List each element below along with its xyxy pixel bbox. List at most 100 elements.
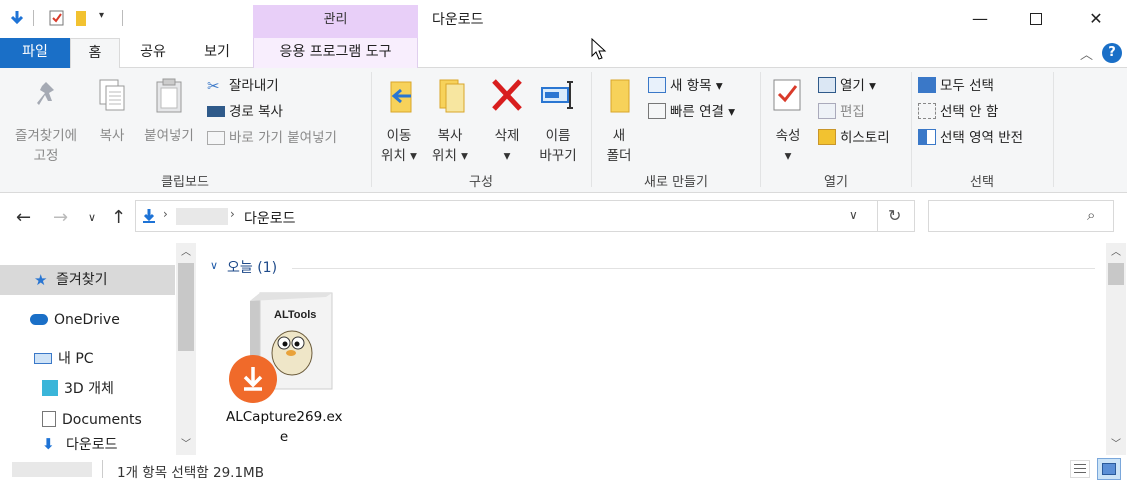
content-scrollbar[interactable]: ︿ ﹀ bbox=[1106, 243, 1126, 455]
rename-button[interactable]: 이름 바꾸기 bbox=[533, 76, 583, 166]
up-arrow-icon[interactable]: ↑ bbox=[111, 207, 126, 228]
nav-item-downloads[interactable]: ⬇ 다운로드 bbox=[0, 433, 175, 455]
tab-file[interactable]: 파일 bbox=[0, 38, 70, 68]
nav-item-this-pc[interactable]: 내 PC bbox=[0, 344, 175, 374]
paste-shortcut-button[interactable]: 바로 가기 붙여넣기 bbox=[207, 126, 337, 150]
tab-home[interactable]: 홈 bbox=[70, 38, 120, 69]
paste-button[interactable]: 붙여넣기 bbox=[138, 76, 200, 146]
properties-button[interactable]: 속성 ▾ bbox=[766, 76, 810, 166]
search-input[interactable]: ⌕ bbox=[928, 200, 1114, 232]
move-to-label-1: 이동 bbox=[386, 128, 412, 144]
edit-button[interactable]: 편집 bbox=[818, 100, 865, 124]
refresh-icon[interactable]: ↻ bbox=[888, 206, 901, 225]
status-bar: 1개 항목 선택함 29.1MB bbox=[0, 455, 1127, 485]
group-label-new: 새로 만들기 bbox=[644, 175, 708, 190]
forward-arrow-icon[interactable]: → bbox=[53, 207, 68, 228]
file-list-area: ∨ 오늘 (1) ALTools ALCapture269.ex e bbox=[196, 243, 1107, 455]
navigation-pane: ★ 즐겨찾기 OneDrive 내 PC 3D 개체 Documents ⬇ 다운로… bbox=[0, 243, 196, 455]
pin-quick-access-button[interactable]: 즐겨찾기에 고정 bbox=[6, 76, 86, 166]
cut-button[interactable]: ✂ 잘라내기 bbox=[207, 74, 279, 98]
scroll-up-icon[interactable]: ︿ bbox=[176, 243, 196, 263]
group-separator bbox=[591, 72, 592, 187]
easy-access-button[interactable]: 빠른 연결 ▾ bbox=[648, 100, 735, 124]
new-folder-button[interactable]: 새 폴더 bbox=[597, 76, 641, 166]
customize-toolbar-dropdown[interactable]: ▾ bbox=[99, 10, 104, 21]
open-button[interactable]: 열기 ▾ bbox=[818, 74, 876, 98]
nav-item-3d-objects[interactable]: 3D 개체 bbox=[0, 374, 175, 404]
minimize-button[interactable]: — bbox=[957, 0, 1003, 38]
breadcrumb-chevron-icon[interactable]: › bbox=[230, 207, 235, 221]
tab-app-tools[interactable]: 응용 프로그램 도구 bbox=[253, 38, 418, 68]
nav-item-documents[interactable]: Documents bbox=[0, 405, 175, 435]
pin-icon bbox=[37, 82, 54, 105]
delete-button[interactable]: 삭제 ▾ bbox=[484, 76, 530, 166]
group-collapse-chevron-icon[interactable]: ∨ bbox=[210, 259, 218, 272]
folder-icon[interactable] bbox=[73, 9, 91, 27]
recent-locations-chevron-icon[interactable]: ∨ bbox=[88, 211, 96, 224]
nav-scrollbar[interactable]: ︿ ﹀ bbox=[176, 243, 196, 455]
copy-button[interactable]: 복사 bbox=[90, 76, 134, 146]
group-separator bbox=[911, 72, 912, 187]
scroll-down-icon[interactable]: ﹀ bbox=[176, 435, 196, 455]
history-button[interactable]: 히스토리 bbox=[818, 126, 890, 150]
tab-view[interactable]: 보기 bbox=[186, 38, 248, 68]
new-item-button[interactable]: 새 항목 ▾ bbox=[648, 74, 723, 98]
mouse-cursor-icon bbox=[591, 38, 607, 60]
large-icons-view-icon[interactable] bbox=[1097, 458, 1121, 480]
computer-icon bbox=[34, 353, 52, 364]
nav-scroll-thumb[interactable] bbox=[178, 263, 194, 351]
box-brand-label: ALTools bbox=[274, 309, 317, 321]
delete-label: 삭제 bbox=[494, 128, 520, 144]
title-bar: ▾ 관리 다운로드 — ✕ bbox=[0, 0, 1127, 38]
details-view-icon[interactable] bbox=[1070, 460, 1090, 478]
address-history-chevron-icon[interactable]: ∨ bbox=[849, 208, 858, 222]
invert-selection-icon bbox=[918, 129, 936, 145]
copy-to-button[interactable]: 복사 위치 ▾ bbox=[426, 76, 474, 166]
maximize-button[interactable] bbox=[1013, 0, 1059, 38]
group-label-clipboard: 클립보드 bbox=[161, 175, 209, 190]
move-to-label-2: 위치 ▾ bbox=[381, 148, 417, 164]
select-none-button[interactable]: 선택 안 함 bbox=[918, 100, 998, 124]
move-folder-icon bbox=[390, 81, 412, 113]
address-row: ← → ∨ ↑ › › 다운로드 ∨ ↻ ⌕ bbox=[0, 193, 1127, 243]
breadcrumb-chevron-icon[interactable]: › bbox=[163, 207, 168, 221]
copy-path-button[interactable]: 경로 복사 bbox=[207, 100, 283, 124]
rename-label-1: 이름 bbox=[545, 128, 571, 144]
breadcrumb-redacted[interactable] bbox=[176, 208, 228, 225]
tab-share[interactable]: 공유 bbox=[124, 38, 182, 68]
breadcrumb-current[interactable]: 다운로드 bbox=[244, 208, 296, 228]
address-bar[interactable]: › › 다운로드 ∨ ↻ bbox=[135, 200, 915, 232]
separator bbox=[877, 201, 878, 231]
easy-access-icon bbox=[648, 103, 666, 119]
pin-label-1: 즐겨찾기에 bbox=[14, 128, 78, 144]
nav-item-onedrive[interactable]: OneDrive bbox=[0, 305, 175, 335]
edit-icon bbox=[818, 103, 836, 119]
select-all-button[interactable]: 모두 선택 bbox=[918, 74, 994, 98]
separator bbox=[122, 10, 123, 26]
download-arrow-icon[interactable] bbox=[8, 9, 26, 27]
close-button[interactable]: ✕ bbox=[1073, 0, 1119, 38]
properties-dropdown: ▾ bbox=[784, 148, 792, 164]
path-icon bbox=[207, 106, 225, 117]
status-selection-text: 1개 항목 선택함 29.1MB bbox=[117, 465, 264, 481]
copy-folder-icon bbox=[439, 79, 465, 113]
content-scroll-thumb[interactable] bbox=[1108, 263, 1124, 285]
file-name-label[interactable]: ALCapture269.ex e bbox=[226, 407, 343, 447]
properties-check-icon[interactable] bbox=[48, 9, 66, 27]
scroll-down-icon[interactable]: ﹀ bbox=[1106, 435, 1126, 455]
download-arrow-icon: ⬇ bbox=[42, 435, 55, 453]
rename-icon bbox=[541, 81, 573, 109]
collapse-ribbon-icon[interactable]: ︿ bbox=[1080, 44, 1093, 63]
nav-item-quick-access[interactable]: ★ 즐겨찾기 bbox=[0, 265, 175, 295]
back-arrow-icon[interactable]: ← bbox=[16, 207, 31, 228]
document-icon bbox=[42, 411, 56, 427]
context-tab-manage: 관리 bbox=[253, 5, 418, 38]
invert-selection-button[interactable]: 선택 영역 반전 bbox=[918, 126, 1023, 150]
cloud-icon bbox=[30, 314, 48, 325]
scroll-up-icon[interactable]: ︿ bbox=[1106, 243, 1126, 263]
file-item[interactable]: ALTools ALCapture269.ex e bbox=[226, 287, 343, 447]
move-to-button[interactable]: 이동 위치 ▾ bbox=[376, 76, 422, 166]
group-header-today[interactable]: 오늘 (1) bbox=[227, 257, 277, 277]
help-icon[interactable]: ? bbox=[1102, 43, 1122, 63]
new-item-icon bbox=[648, 77, 666, 93]
